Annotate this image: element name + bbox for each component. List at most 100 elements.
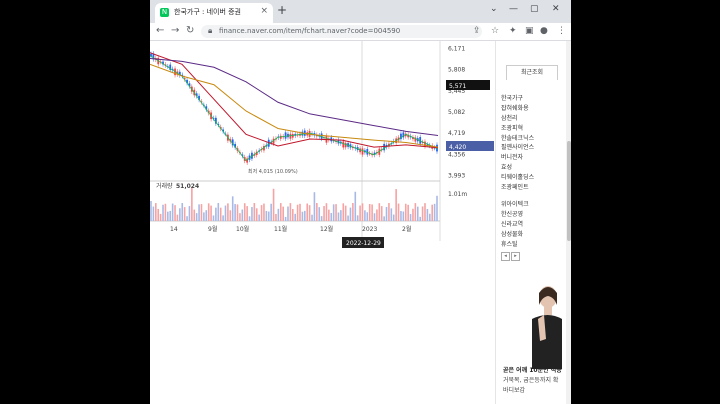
x-tick-label: 2023 [362, 226, 377, 233]
menu-kebab-icon[interactable]: ⋮ [557, 26, 566, 36]
volume-bar [207, 203, 210, 221]
y-tick-label: 5,082 [448, 109, 465, 116]
maximize-button[interactable]: ▢ [530, 4, 539, 14]
volume-bar [258, 214, 260, 221]
volume-bar [373, 213, 376, 221]
volume-bar [265, 210, 268, 221]
recent-stock-item[interactable]: 잡혀쉐화용 [501, 103, 529, 112]
recent-stock-item[interactable]: 삼천리 [501, 113, 518, 122]
x-tick-label: 9월 [208, 225, 217, 233]
volume-bar [342, 203, 345, 221]
candle-body [383, 143, 386, 151]
page-scrollbar[interactable] [566, 41, 571, 404]
volume-bar [402, 211, 405, 221]
reload-icon[interactable]: ↻ [186, 25, 194, 36]
volume-bar [186, 216, 188, 221]
minimize-button[interactable]: — [509, 4, 518, 14]
recent-stock-item[interactable]: 삼성물화 [501, 229, 523, 238]
volume-bar [263, 203, 265, 221]
volume-bar [383, 216, 385, 221]
volume-bar [364, 210, 366, 221]
volume-bar [282, 206, 284, 221]
volume-bars-group [150, 187, 438, 221]
recent-stock-item[interactable]: 효성 [501, 162, 512, 171]
volume-bar [183, 207, 186, 221]
next-page-button[interactable]: ▸ [511, 252, 520, 261]
volume-bar [378, 203, 381, 221]
stock-chart[interactable]: 6,171 5,808 5,445 5,082 4,719 4,356 3,993 14 9월… [150, 41, 494, 263]
volume-bar [385, 207, 388, 221]
chart-svg: 6,1715,8085,4455,0824,7194,3563,993 14 9월… [150, 41, 494, 248]
volume-bar [275, 213, 277, 221]
x-tick-label: 14 [170, 226, 178, 233]
volume-bar [390, 208, 393, 221]
volume-bar [409, 214, 412, 221]
close-window-button[interactable]: ✕ [552, 4, 560, 14]
volume-bar [159, 213, 162, 221]
candle-body [320, 133, 323, 139]
recent-stock-item[interactable]: 조광피혁 [501, 123, 523, 132]
crosshair-date: 2022-12-29 [346, 240, 381, 247]
prev-page-button[interactable]: ◂ [501, 252, 510, 261]
x-axis-labels: 14 9월 10월 11월 12월 2023 2월 [170, 225, 411, 233]
recent-stock-item[interactable]: 신라교역 [501, 219, 523, 228]
volume-bar [217, 203, 220, 221]
volume-bar [304, 210, 306, 221]
volume-bar [301, 211, 304, 221]
scrollbar-thumb[interactable] [567, 141, 571, 241]
back-arrow-icon[interactable]: ← [156, 25, 164, 36]
volume-bar [212, 215, 215, 221]
volume-bar [325, 203, 328, 221]
last-price-tag: 4,420 [449, 144, 466, 151]
address-bar[interactable]: 🔒︎ finance.naver.com/item/fchart.naver?c… [201, 25, 482, 38]
new-tab-button[interactable]: + [277, 3, 287, 17]
profile-avatar-icon[interactable]: ● [540, 26, 548, 36]
volume-bar [167, 211, 169, 221]
ad-subline: 거북목, 굽은등까지 확 [503, 377, 559, 384]
recent-stock-item[interactable]: 버니전자 [501, 152, 523, 161]
recent-stock-item[interactable]: 한신공영 [501, 209, 523, 218]
volume-bar [328, 209, 330, 221]
volume-bar [272, 188, 275, 221]
y-tick-label: 6,171 [448, 46, 465, 53]
recent-stock-item[interactable]: 필옌사이언스 [501, 142, 534, 151]
recent-stock-item[interactable]: 한국가구 [501, 93, 523, 102]
volume-bar [171, 203, 174, 221]
recent-stock-item[interactable]: 조광페인트 [501, 182, 529, 191]
volume-bar [388, 203, 390, 221]
volume-bar [347, 215, 349, 221]
browser-tab[interactable]: N 한국가구 : 네이버 증권 × [155, 3, 273, 23]
volume-bar [205, 210, 208, 221]
volume-bar [294, 213, 297, 221]
volume-bar [155, 203, 157, 221]
page-content: 6,171 5,808 5,445 5,082 4,719 4,356 3,993 14 9월… [150, 41, 571, 404]
side-panel-icon[interactable]: ▣ [525, 26, 534, 36]
tab-close-icon[interactable]: × [260, 6, 268, 16]
volume-bar [380, 206, 383, 221]
recent-stock-item[interactable]: 티웨이홀딩스 [501, 172, 534, 181]
browser-window: N 한국가구 : 네이버 증권 × + ⌄ — ▢ ✕ ← → ↻ 🔒︎ fin… [150, 0, 571, 404]
volume-bar [215, 207, 217, 221]
volume-bar [340, 210, 342, 221]
share-icon[interactable]: ⇪ [473, 26, 481, 36]
recent-stock-item[interactable]: 휴스틸 [501, 239, 518, 248]
candle-body [342, 141, 345, 148]
forward-arrow-icon[interactable]: → [171, 25, 179, 36]
volume-bar [361, 203, 364, 221]
volume-axis-label: 1.01m [448, 191, 467, 198]
volume-bar [431, 204, 433, 221]
volume-bar [169, 210, 172, 221]
tab-search-icon[interactable]: ⌄ [490, 4, 498, 14]
ad-banner[interactable]: 곧은 어깨 10분만 적용 거북목, 굽은등까지 확 바디보감 [498, 279, 562, 404]
recent-tab[interactable]: 최근조회 [506, 65, 558, 80]
volume-bar [243, 203, 246, 221]
extensions-puzzle-icon[interactable]: ✦ [509, 26, 517, 36]
recent-stock-item[interactable]: 한솔테크닉스 [501, 133, 534, 142]
bookmark-star-icon[interactable]: ☆ [491, 26, 499, 36]
volume-bar [231, 196, 234, 221]
volume-bar [426, 209, 429, 221]
volume-bar [306, 203, 309, 221]
recent-stock-item[interactable]: 위아이텍크 [501, 199, 529, 208]
volume-bar [330, 213, 333, 221]
volume-bar [248, 216, 251, 221]
